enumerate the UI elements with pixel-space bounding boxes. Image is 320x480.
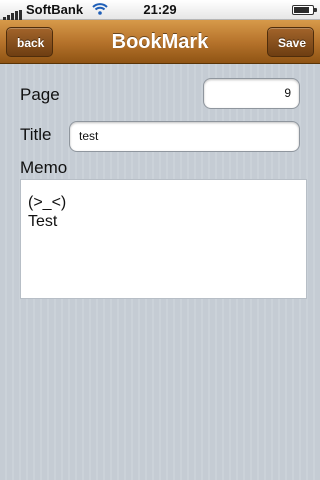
back-button[interactable]: back — [6, 27, 53, 57]
navigation-bar: back BookMark Save — [0, 20, 320, 64]
status-bar: SoftBank 21:29 — [0, 0, 320, 20]
page-label: Page — [20, 85, 60, 104]
save-button[interactable]: Save — [267, 27, 314, 57]
title-input[interactable]: test — [69, 121, 300, 152]
page-input[interactable]: 9 — [203, 78, 300, 109]
memo-label: Memo — [20, 158, 68, 177]
title-label: Title — [20, 125, 52, 144]
battery-icon — [292, 5, 317, 15]
page-title: BookMark — [111, 31, 209, 53]
status-clock: 21:29 — [143, 2, 177, 17]
memo-textarea[interactable]: (>_<) Test — [20, 179, 307, 299]
